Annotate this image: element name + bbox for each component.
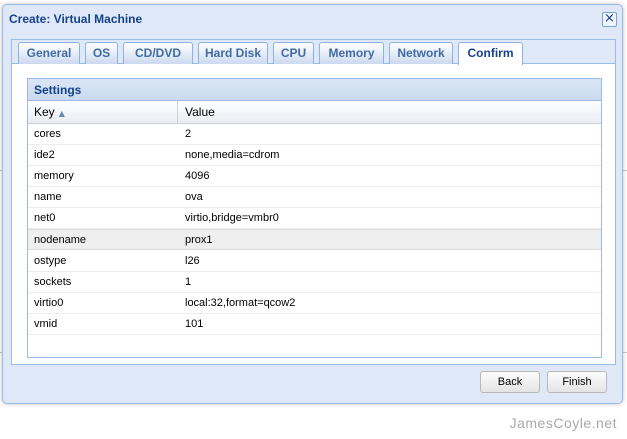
row-value: l26 [185, 255, 200, 267]
close-icon[interactable]: × [602, 12, 617, 27]
value-column-header[interactable]: Value [178, 101, 601, 123]
table-row[interactable]: virtio0 local:32,format=qcow2 [28, 293, 601, 314]
grid-header: Key ▲ Value [28, 101, 601, 124]
table-row[interactable]: ide2 none,media=cdrom [28, 145, 601, 166]
row-key: vmid [34, 318, 58, 330]
row-key: memory [34, 170, 74, 182]
row-key: net0 [34, 212, 56, 224]
create-vm-dialog: Create: Virtual Machine × General OS CD/… [2, 4, 623, 404]
table-row[interactable]: cores 2 [28, 124, 601, 145]
settings-title: Settings [28, 79, 601, 101]
tab-cpu[interactable]: CPU [273, 42, 314, 64]
back-button[interactable]: Back [480, 371, 540, 393]
table-row[interactable]: vmid 101 [28, 314, 601, 335]
row-key: cores [34, 128, 61, 140]
row-value: 1 [185, 276, 192, 288]
row-key: name [34, 191, 62, 203]
tab-cd-dvd[interactable]: CD/DVD [123, 42, 193, 64]
row-value: prox1 [185, 234, 213, 246]
tab-network[interactable]: Network [389, 42, 453, 64]
row-key: ostype [34, 255, 67, 267]
row-value: 4096 [185, 170, 210, 182]
table-row[interactable]: ostype l26 [28, 251, 601, 272]
tab-panel: General OS CD/DVD Hard Disk CPU Memory N… [11, 39, 616, 365]
tab-strip: General OS CD/DVD Hard Disk CPU Memory N… [12, 40, 615, 65]
tab-confirm[interactable]: Confirm [458, 42, 523, 65]
tab-general[interactable]: General [18, 42, 80, 64]
row-value: 2 [185, 128, 192, 140]
table-row[interactable]: name ova [28, 187, 601, 208]
row-key: virtio0 [34, 297, 64, 309]
sort-ascending-icon: ▲ [58, 109, 65, 118]
dialog-title-bar[interactable]: Create: Virtual Machine × [3, 5, 622, 33]
tab-memory[interactable]: Memory [319, 42, 384, 64]
table-row[interactable]: nodename prox1 [28, 229, 601, 250]
table-row[interactable]: net0 virtio,bridge=vmbr0 [28, 208, 601, 229]
dialog-title: Create: Virtual Machine [9, 12, 143, 26]
table-row[interactable]: sockets 1 [28, 272, 601, 293]
row-value: local:32,format=qcow2 [185, 297, 296, 309]
key-column-label: Key [34, 105, 55, 119]
key-column-header[interactable]: Key ▲ [28, 101, 178, 123]
row-value: none,media=cdrom [185, 149, 280, 161]
tab-hard-disk[interactable]: Hard Disk [198, 42, 268, 64]
table-row[interactable]: memory 4096 [28, 166, 601, 187]
settings-grid: Settings Key ▲ Value cores 2 ide2 none,me… [27, 78, 602, 358]
watermark: JamesCoyle.net [509, 415, 617, 431]
tab-os[interactable]: OS [85, 42, 118, 64]
row-key: sockets [34, 276, 72, 288]
row-value: virtio,bridge=vmbr0 [185, 212, 279, 224]
row-value: 101 [185, 318, 204, 330]
row-value: ova [185, 191, 203, 203]
row-key: nodename [34, 234, 86, 246]
row-key: ide2 [34, 149, 55, 161]
finish-button[interactable]: Finish [547, 371, 607, 393]
confirm-tab-body: Settings Key ▲ Value cores 2 ide2 none,me… [12, 64, 615, 364]
